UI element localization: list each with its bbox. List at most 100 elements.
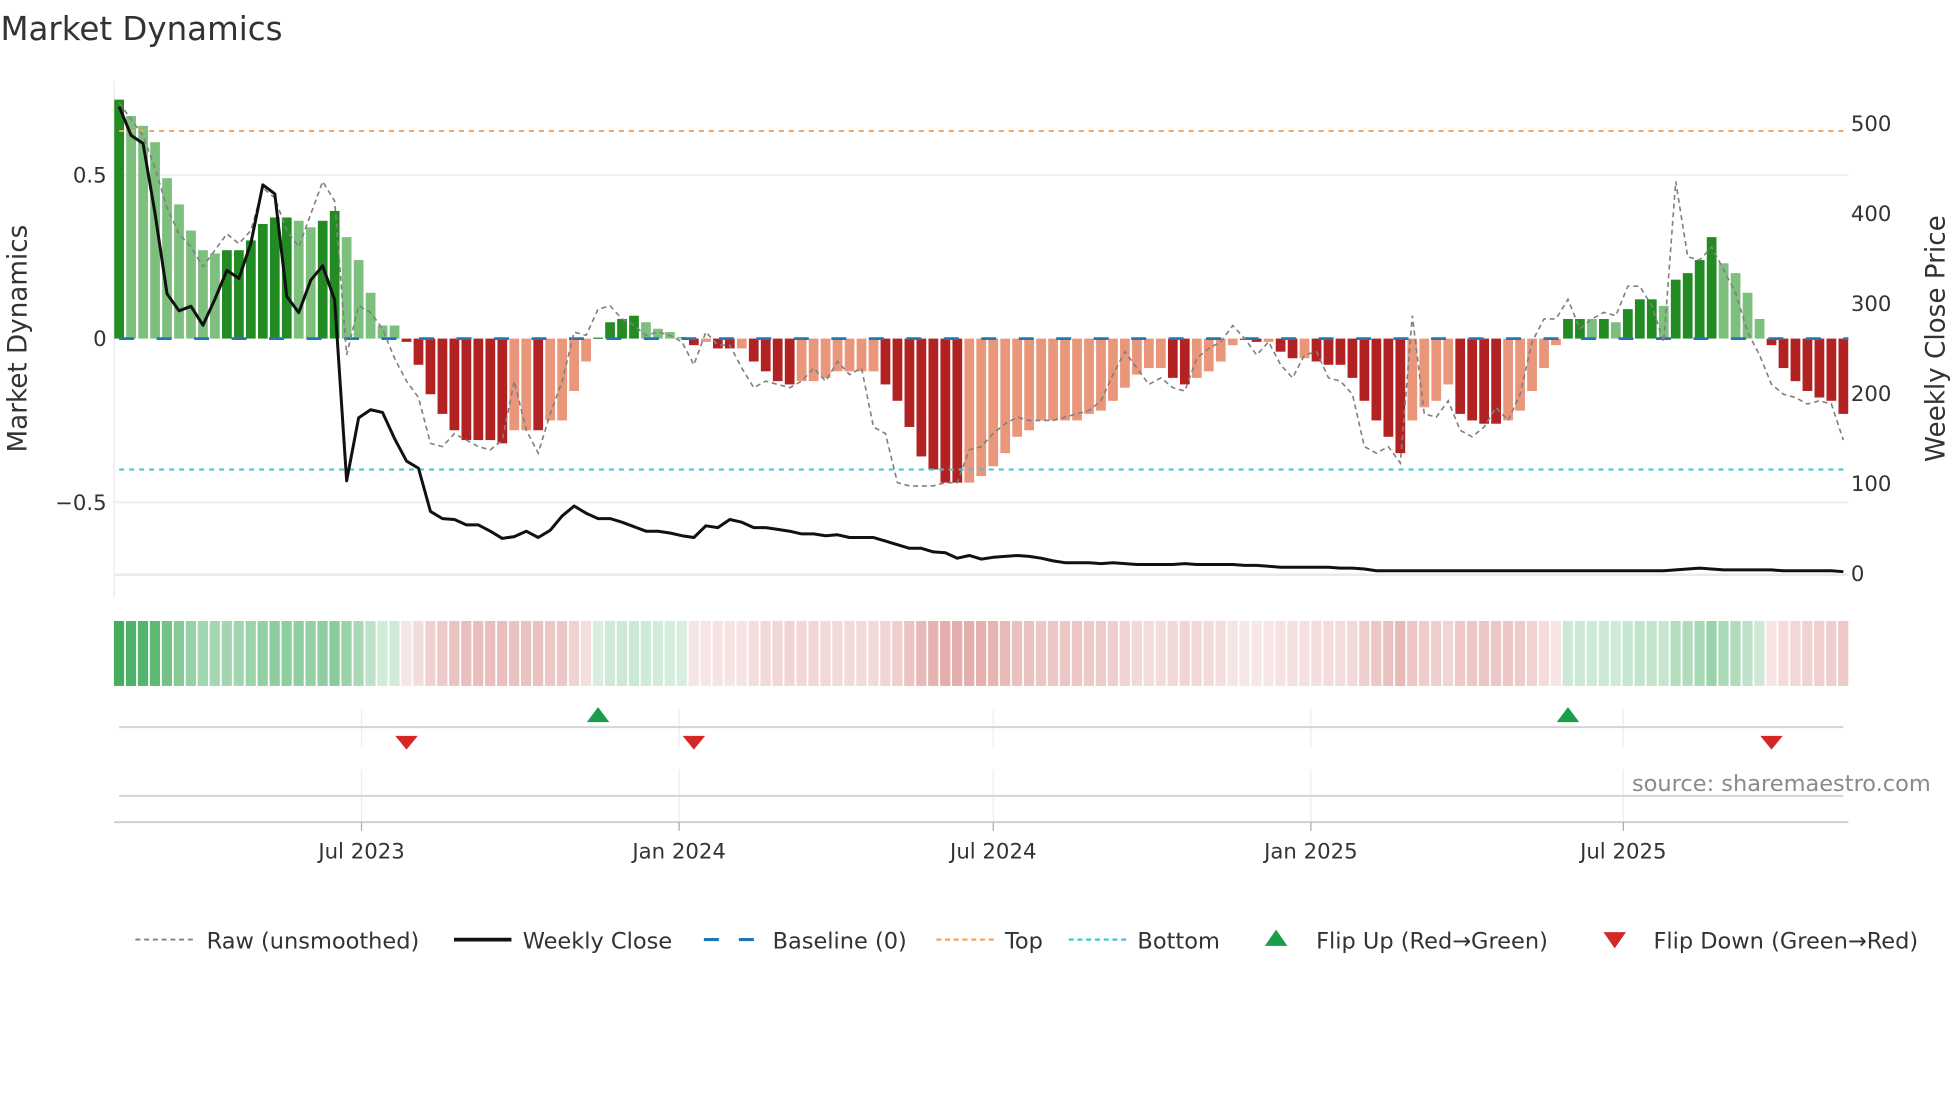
bar — [1467, 338, 1478, 421]
strip-cell — [149, 620, 161, 686]
bar — [1311, 338, 1322, 362]
strip-cell — [676, 620, 687, 686]
strip-cell — [688, 620, 699, 686]
strip-cell — [1670, 620, 1681, 686]
bar — [820, 338, 831, 378]
bar — [712, 338, 723, 349]
strip-cell — [161, 620, 173, 686]
strip-cell — [329, 620, 340, 686]
strip-cell — [1502, 620, 1514, 686]
bar — [880, 338, 891, 385]
strip-cell — [928, 620, 939, 686]
strip-cell — [724, 620, 735, 686]
strip-cell — [293, 620, 304, 686]
strip-cell — [449, 620, 460, 686]
strip-cell — [1023, 620, 1035, 686]
strip-cell — [269, 620, 280, 686]
strip-cell — [1179, 620, 1190, 686]
strip-cell — [497, 620, 508, 686]
bar — [772, 338, 783, 382]
strip-cell — [904, 620, 915, 686]
strip-cell — [1239, 620, 1250, 686]
bar — [605, 322, 615, 339]
legend-flip-down-icon — [1603, 932, 1626, 949]
strip-cell — [868, 620, 879, 686]
bar — [892, 338, 903, 401]
strip-cell — [1478, 620, 1490, 686]
bar — [593, 337, 603, 339]
bar — [1383, 338, 1394, 437]
strip-cell — [281, 620, 292, 686]
strip-cell — [640, 620, 651, 686]
bar — [952, 338, 963, 483]
strip-cell — [341, 620, 352, 686]
strip-cell — [748, 620, 759, 686]
bar — [1191, 338, 1202, 378]
strip-cell — [1802, 620, 1813, 686]
y-tick-label: −0.5 — [55, 491, 107, 516]
strip-cell — [784, 620, 795, 686]
bar — [1431, 338, 1442, 401]
bar — [964, 338, 975, 483]
bar — [413, 338, 424, 365]
bar — [1730, 273, 1741, 339]
bar — [341, 237, 352, 339]
bar — [1203, 338, 1214, 372]
bar — [545, 338, 556, 421]
y-axis-label: Market Dynamics — [4, 225, 34, 453]
strip-cell — [1095, 620, 1106, 686]
x-tick-label: Jul 2023 — [316, 839, 404, 864]
bar — [1622, 309, 1633, 339]
bar — [856, 338, 867, 372]
strip-cell — [1646, 620, 1657, 686]
bar — [1778, 338, 1789, 369]
strip-cell — [580, 620, 592, 686]
bar — [1215, 338, 1226, 362]
strip-cell — [1371, 620, 1382, 686]
strip-cell — [700, 620, 711, 686]
bar — [988, 338, 999, 467]
bar — [1754, 318, 1765, 339]
strip-cell — [113, 620, 125, 686]
bar — [473, 338, 484, 441]
strip-cell — [592, 620, 604, 686]
strip-cell — [1814, 620, 1825, 686]
strip-cell — [1419, 620, 1430, 686]
y-tick-label: 0 — [93, 327, 107, 352]
bar — [1455, 338, 1466, 414]
bar — [365, 292, 376, 339]
bar — [1048, 338, 1058, 421]
strip-cell — [461, 620, 472, 686]
strip-cell — [1215, 620, 1226, 686]
strip-cell — [473, 620, 484, 686]
bar — [868, 338, 879, 372]
strip-cell — [1011, 620, 1023, 686]
bar — [389, 325, 400, 339]
strip-cell — [137, 620, 149, 686]
strip-cell — [521, 620, 532, 686]
strip-cell — [628, 620, 639, 686]
strip-cell — [1514, 620, 1526, 686]
bar — [1527, 338, 1537, 391]
strip-cell — [892, 620, 903, 686]
bar — [425, 338, 436, 395]
strip-cell — [1454, 620, 1466, 686]
strip-cell — [1742, 620, 1753, 686]
bar — [1024, 338, 1035, 431]
strip-cell — [233, 620, 244, 686]
bar — [1395, 338, 1406, 454]
flip-down-marker — [1760, 735, 1783, 750]
strip-cell — [880, 620, 891, 686]
strip-cell — [377, 620, 388, 686]
strip-cell — [796, 620, 807, 686]
strip-cell — [964, 620, 975, 686]
legend-label: Raw (unsmoothed) — [207, 928, 420, 954]
bar — [1299, 338, 1310, 359]
bar — [1563, 318, 1573, 339]
strip-cell — [1598, 620, 1609, 686]
legend-label: Top — [1004, 928, 1043, 954]
strip-cell — [1826, 620, 1837, 686]
strip-cell — [1059, 620, 1071, 686]
strip-cell — [1694, 620, 1705, 686]
legend-label: Bottom — [1137, 928, 1219, 954]
